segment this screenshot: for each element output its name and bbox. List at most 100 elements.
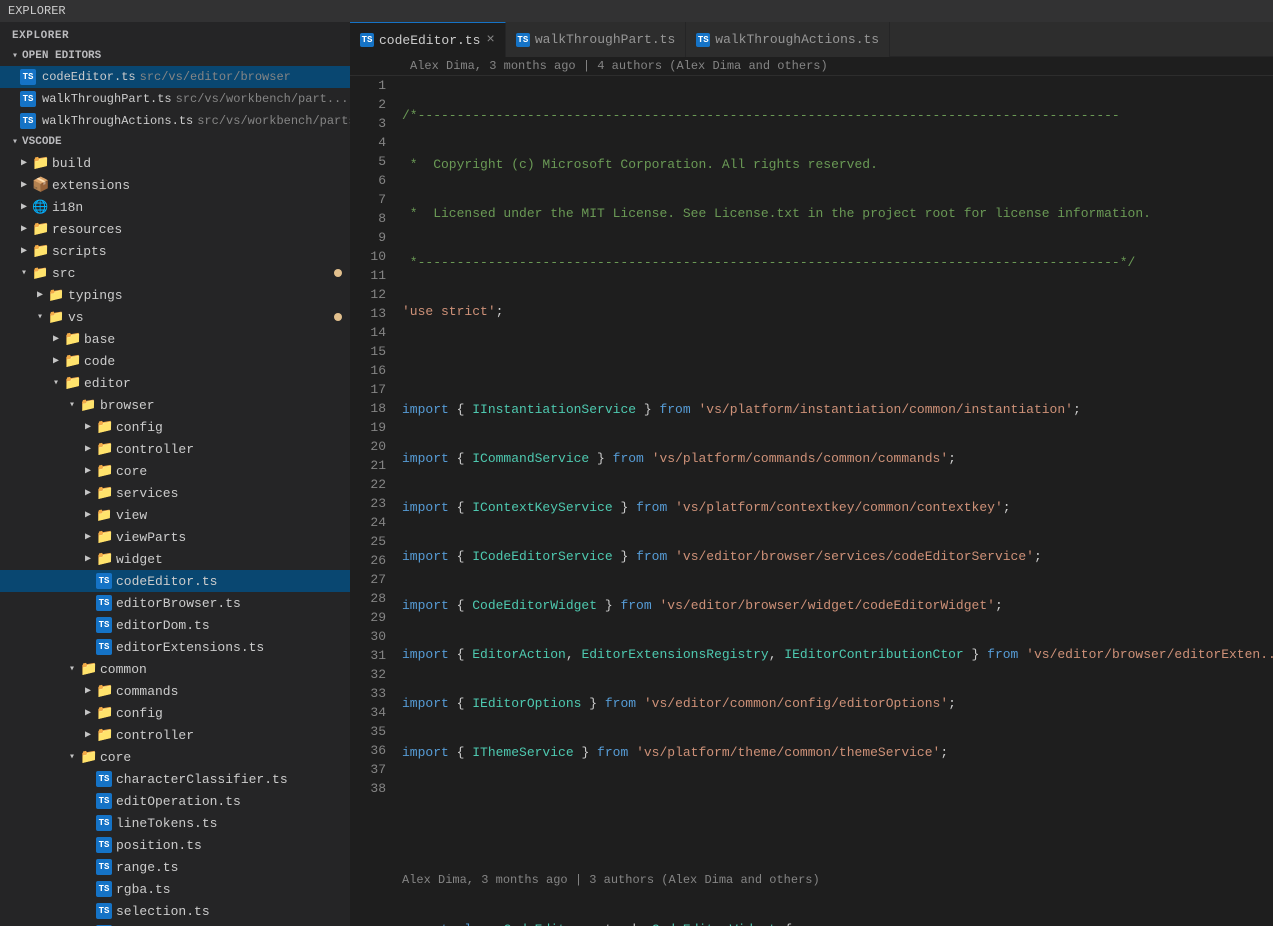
- ln-17: 17: [358, 380, 386, 399]
- label-core-browser: core: [116, 464, 147, 479]
- label-editorDom-ts: editorDom.ts: [116, 618, 210, 633]
- tree-item-typings[interactable]: ▶ 📁 typings: [0, 284, 350, 306]
- ln-2: 2: [358, 95, 386, 114]
- tree-item-widget[interactable]: ▶ 📁 widget: [0, 548, 350, 570]
- ts-icon: TS: [20, 69, 36, 85]
- ln-3: 3: [358, 114, 386, 133]
- label-controller-common: controller: [116, 728, 194, 743]
- label-commands: commands: [116, 684, 178, 699]
- tab-walkThroughPart[interactable]: TS walkThroughPart.ts: [506, 22, 686, 57]
- tree-item-editorDom-ts[interactable]: TS editorDom.ts: [0, 614, 350, 636]
- ln-16: 16: [358, 361, 386, 380]
- label-code: code: [84, 354, 115, 369]
- tree-item-src[interactable]: ▾ 📁 src: [0, 262, 350, 284]
- label-range-ts: range.ts: [116, 860, 178, 875]
- folder-icon-widget: 📁: [96, 551, 112, 568]
- ln-28: 28: [358, 589, 386, 608]
- tree-item-characterClassifier-ts[interactable]: TS characterClassifier.ts: [0, 768, 350, 790]
- tree-item-rgba-ts[interactable]: TS rgba.ts: [0, 878, 350, 900]
- editor-area: TS codeEditor.ts × TS walkThroughPart.ts…: [350, 22, 1273, 926]
- tab-ts-icon-3: TS: [696, 33, 710, 47]
- tree-item-config[interactable]: ▶ 📁 config: [0, 416, 350, 438]
- label-selection-ts: selection.ts: [116, 904, 210, 919]
- ln-10: 10: [358, 247, 386, 266]
- tree-item-build[interactable]: ▶ 📁 build: [0, 152, 350, 174]
- open-editor-item-walkThroughPart[interactable]: TS walkThroughPart.ts src/vs/workbench/p…: [0, 88, 350, 110]
- tree-item-extensions[interactable]: ▶ 📦 extensions: [0, 174, 350, 196]
- ts-file-icon-editorDom: TS: [96, 617, 112, 633]
- vs-modified-dot: [334, 313, 342, 321]
- tab-label-2: walkThroughPart.ts: [535, 32, 675, 47]
- tree-item-codeEditor-ts[interactable]: TS codeEditor.ts: [0, 570, 350, 592]
- tree-item-viewParts[interactable]: ▶ 📁 viewParts: [0, 526, 350, 548]
- open-editor-filepath-3: src/vs/workbench/parts...: [197, 114, 350, 128]
- ln-6: 6: [358, 171, 386, 190]
- arrow-resources: ▶: [16, 223, 32, 235]
- tree-item-core-browser[interactable]: ▶ 📁 core: [0, 460, 350, 482]
- tab-walkThroughActions[interactable]: TS walkThroughActions.ts: [686, 22, 890, 57]
- ln-23: 23: [358, 494, 386, 513]
- ln-21: 21: [358, 456, 386, 475]
- tab-ts-icon-1: TS: [360, 33, 374, 47]
- folder-icon-typings: 📁: [48, 288, 64, 303]
- tree-item-selection-ts[interactable]: TS selection.ts: [0, 900, 350, 922]
- ln-37: 37: [358, 760, 386, 779]
- tree-item-position-ts[interactable]: TS position.ts: [0, 834, 350, 856]
- arrow-commands: ▶: [80, 685, 96, 697]
- editor-content[interactable]: Alex Dima, 3 months ago | 4 authors (Ale…: [350, 57, 1273, 926]
- tree-item-stringBuilder-ts[interactable]: TS stringBuilder.ts: [0, 922, 350, 926]
- folder-icon-commands: 📁: [96, 683, 112, 700]
- tree-item-editorBrowser-ts[interactable]: TS editorBrowser.ts: [0, 592, 350, 614]
- ts-file-icon-position: TS: [96, 837, 112, 853]
- folder-icon-controller-common: 📁: [96, 727, 112, 744]
- tab-label-1: codeEditor.ts: [379, 33, 480, 48]
- code-line-10: import { ICodeEditorService } from 'vs/e…: [402, 547, 1265, 566]
- tree-item-view[interactable]: ▶ 📁 view: [0, 504, 350, 526]
- line-numbers: 1 2 3 4 5 6 7 8 9 10 11 12 13 14 15 16 1: [350, 76, 394, 926]
- tab-close-1[interactable]: ×: [486, 33, 494, 47]
- folder-icon-config: 📁: [96, 419, 112, 436]
- code-area[interactable]: 1 2 3 4 5 6 7 8 9 10 11 12 13 14 15 16 1: [350, 76, 1273, 926]
- tree-item-config-common[interactable]: ▶ 📁 config: [0, 702, 350, 724]
- tree-item-code[interactable]: ▶ 📁 code: [0, 350, 350, 372]
- code-line-16: export class CodeEditor extends CodeEdit…: [402, 920, 1265, 926]
- tree-item-services[interactable]: ▶ 📁 services: [0, 482, 350, 504]
- folder-icon-core-editor: 📁: [80, 749, 96, 766]
- tree-item-range-ts[interactable]: TS range.ts: [0, 856, 350, 878]
- code-lines[interactable]: /*--------------------------------------…: [394, 76, 1273, 926]
- label-browser: browser: [100, 398, 155, 413]
- tree-item-resources[interactable]: ▶ 📁 resources: [0, 218, 350, 240]
- label-controller: controller: [116, 442, 194, 457]
- tree-item-common[interactable]: ▾ 📁 common: [0, 658, 350, 680]
- open-editors-header[interactable]: ▾ OPEN EDITORS: [0, 46, 350, 66]
- tree-item-vs[interactable]: ▾ 📁 vs: [0, 306, 350, 328]
- ts-file-icon-editorExtensions: TS: [96, 639, 112, 655]
- tree-item-editorExtensions-ts[interactable]: TS editorExtensions.ts: [0, 636, 350, 658]
- open-editor-item-codeEditor[interactable]: TS codeEditor.ts src/vs/editor/browser: [0, 66, 350, 88]
- tree-item-base[interactable]: ▶ 📁 base: [0, 328, 350, 350]
- vscode-section-header[interactable]: ▾ VSCODE: [0, 132, 350, 152]
- tree-item-commands[interactable]: ▶ 📁 commands: [0, 680, 350, 702]
- open-editor-item-walkThroughActions[interactable]: TS walkThroughActions.ts src/vs/workbenc…: [0, 110, 350, 132]
- label-characterClassifier-ts: characterClassifier.ts: [116, 772, 288, 787]
- tree-item-scripts[interactable]: ▶ 📁 scripts: [0, 240, 350, 262]
- arrow-config: ▶: [80, 421, 96, 433]
- folder-icon-src: 📁: [32, 266, 48, 281]
- tree-item-editor[interactable]: ▾ 📁 editor: [0, 372, 350, 394]
- code-line-3: * Licensed under the MIT License. See Li…: [402, 204, 1265, 223]
- label-base: base: [84, 332, 115, 347]
- tree-item-controller-common[interactable]: ▶ 📁 controller: [0, 724, 350, 746]
- tree-item-browser[interactable]: ▾ 📁 browser: [0, 394, 350, 416]
- folder-icon-base: 📁: [64, 331, 80, 348]
- tree-item-lineTokens-ts[interactable]: TS lineTokens.ts: [0, 812, 350, 834]
- label-widget: widget: [116, 552, 163, 567]
- tree-item-i18n[interactable]: ▶ 🌐 i18n: [0, 196, 350, 218]
- tree-item-controller[interactable]: ▶ 📁 controller: [0, 438, 350, 460]
- ln-27: 27: [358, 570, 386, 589]
- ts-file-icon-editorBrowser: TS: [96, 595, 112, 611]
- tree-item-core-editor[interactable]: ▾ 📁 core: [0, 746, 350, 768]
- tab-codeEditor[interactable]: TS codeEditor.ts ×: [350, 22, 506, 57]
- code-line-9: import { IContextKeyService } from 'vs/p…: [402, 498, 1265, 517]
- tree-item-editOperation-ts[interactable]: TS editOperation.ts: [0, 790, 350, 812]
- code-line-6: [402, 351, 1265, 370]
